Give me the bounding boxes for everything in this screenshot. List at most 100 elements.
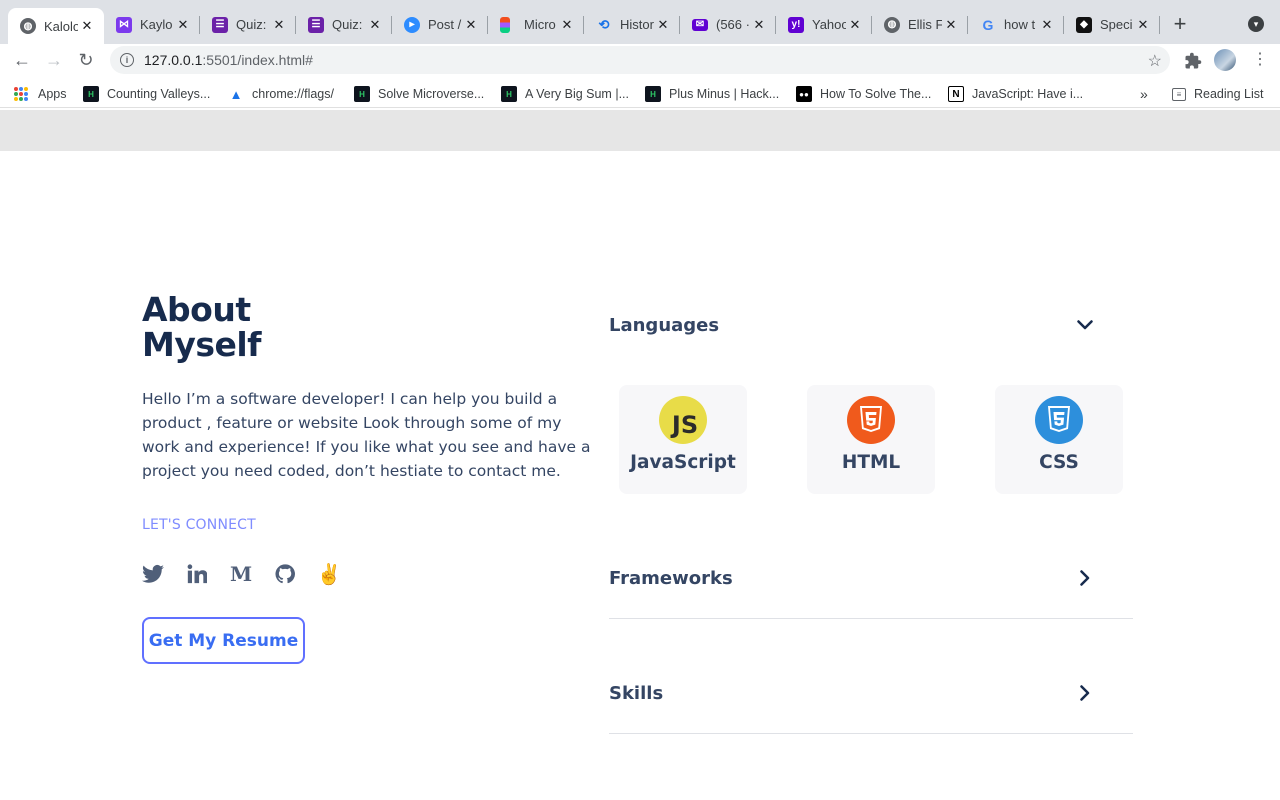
bookmark-apps[interactable]: Apps [14, 85, 67, 103]
bookmark-javascript-have[interactable]: N JavaScript: Have i... [948, 85, 1083, 103]
language-name: HTML [841, 452, 901, 473]
bookmark-how-to-solve[interactable]: ●● How To Solve The... [796, 85, 931, 103]
reload-icon[interactable]: ↻ [74, 48, 98, 72]
tab-post[interactable]: ▸ Post / ✕ [392, 8, 488, 41]
bookmark-solve-microverse[interactable]: H Solve Microverse... [354, 85, 484, 103]
close-icon[interactable]: ✕ [654, 16, 672, 34]
section-divider [609, 733, 1133, 734]
close-icon[interactable]: ✕ [1134, 16, 1152, 34]
languages-section-header[interactable]: Languages [609, 305, 1133, 345]
spec-icon: ◆ [1076, 16, 1092, 33]
bookmark-plus-minus[interactable]: H Plus Minus | Hack... [645, 85, 779, 103]
tab-kalolo[interactable]: ◍ Kalolo ✕ [8, 8, 104, 44]
chevron-down-icon[interactable] [1073, 313, 1097, 337]
tab-quiz-2[interactable]: ☰ Quiz: ✕ [296, 8, 392, 41]
close-icon[interactable]: ✕ [78, 17, 96, 35]
bookmark-label: Solve Microverse... [378, 87, 485, 101]
tab-title: Histor [620, 17, 654, 32]
chevron-right-icon[interactable] [1073, 566, 1097, 590]
history-icon: ⟲ [598, 16, 610, 32]
angellist-icon[interactable]: ✌ [317, 563, 342, 586]
address-bar[interactable]: i 127.0.0.1 :5501/index.html# ☆ [110, 46, 1170, 74]
css3-icon [1035, 396, 1083, 444]
tab-ellis[interactable]: ◍ Ellis F ✕ [872, 8, 968, 41]
bookmark-chrome-flags[interactable]: ▲ chrome://flags/ [228, 85, 334, 103]
hackerrank-icon: H [645, 86, 661, 102]
social-links: M ✌ [142, 562, 362, 586]
medium-icon[interactable]: M [230, 562, 252, 586]
tab-yahoo[interactable]: y! Yahoo ✕ [776, 8, 872, 41]
zoom-icon: ▸ [404, 16, 420, 33]
kaylo-icon: ⋈ [116, 16, 132, 33]
bookmark-label: JavaScript: Have i... [972, 87, 1084, 101]
tab-micro[interactable]: Micro ✕ [488, 8, 584, 41]
tab-title: Quiz: [332, 17, 363, 32]
back-icon[interactable]: ← [10, 48, 34, 72]
languages-label: Languages [609, 314, 720, 336]
tab-google[interactable]: G how t ✕ [968, 8, 1064, 41]
tab-spec[interactable]: ◆ Speci ✕ [1064, 8, 1160, 41]
tab-search-icon[interactable]: ▾ [1248, 16, 1264, 32]
linkedin-icon[interactable] [186, 563, 208, 585]
chevron-right-icon[interactable] [1073, 681, 1097, 705]
about-section: About Myself Hello I’m a software develo… [0, 151, 1280, 800]
profile-avatar[interactable] [1214, 49, 1236, 71]
tab-title: how t [1004, 17, 1036, 32]
tab-title: Speci [1100, 17, 1133, 32]
twitter-icon[interactable] [142, 563, 164, 585]
language-card-javascript: JS JavaScript [619, 385, 747, 494]
close-icon[interactable]: ✕ [750, 16, 768, 34]
bookmark-label: Counting Valleys... [107, 87, 211, 101]
bookmarks-bar: Apps H Counting Valleys... ▲ chrome://fl… [0, 80, 1280, 108]
section-divider [609, 618, 1133, 619]
title-line-2: Myself [142, 325, 262, 364]
close-icon[interactable]: ✕ [270, 16, 288, 34]
get-resume-button[interactable]: Get My Resume [142, 617, 305, 664]
mail-icon: ✉ [692, 18, 708, 31]
close-icon[interactable]: ✕ [462, 16, 480, 34]
tab-title: Ellis F [908, 17, 942, 32]
tab-title: Post / [428, 17, 462, 32]
bookmark-star-icon[interactable]: ☆ [1148, 51, 1162, 71]
skills-section-header[interactable]: Skills [609, 673, 1133, 713]
page-title: About Myself [142, 292, 362, 362]
close-icon[interactable]: ✕ [1038, 16, 1056, 34]
close-icon[interactable]: ✕ [942, 16, 960, 34]
new-tab-button[interactable]: + [1168, 11, 1192, 36]
frameworks-label: Frameworks [609, 567, 733, 589]
html5-icon [847, 396, 895, 444]
more-bookmarks-icon[interactable]: » [1140, 85, 1148, 103]
bookmark-counting-valleys[interactable]: H Counting Valleys... [83, 85, 210, 103]
globe-icon: ◍ [20, 18, 36, 34]
site-info-icon[interactable]: i [120, 53, 134, 67]
close-icon[interactable]: ✕ [174, 16, 192, 34]
tab-kaylo[interactable]: ⋈ Kaylo ✕ [104, 8, 200, 41]
extensions-puzzle-icon[interactable] [1184, 52, 1202, 70]
tab-mail[interactable]: ✉ (566 · ✕ [680, 8, 776, 41]
figma-icon [500, 16, 510, 33]
language-card-css: CSS [995, 385, 1123, 494]
reading-list-label: Reading List [1194, 87, 1264, 101]
tab-history[interactable]: ⟲ Histor ✕ [584, 8, 680, 41]
notion-icon: N [948, 86, 964, 102]
reading-list-icon: ≡ [1172, 87, 1186, 101]
github-icon[interactable] [274, 563, 296, 585]
close-icon[interactable]: ✕ [366, 16, 384, 34]
close-icon[interactable]: ✕ [558, 16, 576, 34]
frameworks-section-header[interactable]: Frameworks [609, 558, 1133, 598]
apps-grid-icon [14, 87, 28, 101]
languages-list: JS JavaScript HTML CSS [619, 385, 1123, 494]
language-card-html: HTML [807, 385, 935, 494]
tab-quiz-1[interactable]: ☰ Quiz: ✕ [200, 8, 296, 41]
connect-label: LET'S CONNECT [142, 517, 256, 533]
bookmark-a-very-big-sum[interactable]: H A Very Big Sum |... [501, 85, 629, 103]
browser-menu-icon[interactable]: ⋮ [1252, 50, 1268, 70]
language-name: JavaScript [630, 452, 736, 473]
tab-title: Micro [524, 17, 556, 32]
bookmark-label: Apps [38, 87, 67, 101]
reading-list-button[interactable]: ≡ Reading List [1172, 85, 1264, 103]
skills-label: Skills [609, 682, 664, 704]
close-icon[interactable]: ✕ [846, 16, 864, 34]
forward-icon[interactable]: → [42, 48, 66, 72]
bookmark-label: A Very Big Sum |... [525, 87, 629, 101]
